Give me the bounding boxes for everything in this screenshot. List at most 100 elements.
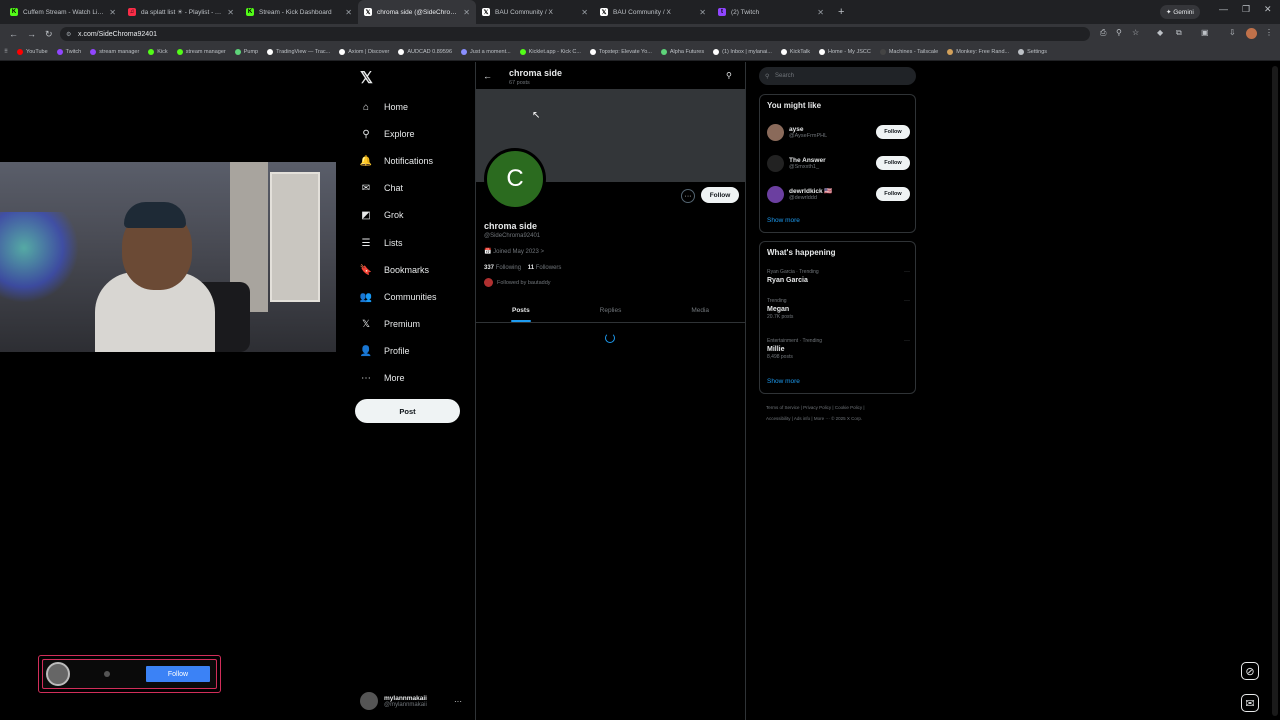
puzzle-icon[interactable]: ⧉: [1176, 28, 1182, 38]
browser-tab[interactable]: 𝕏 BAU Community / X ✕: [594, 0, 712, 24]
tab-media[interactable]: Media: [655, 298, 745, 322]
menu-icon[interactable]: ⋮: [1265, 28, 1273, 37]
profile-more-button[interactable]: ···: [681, 189, 695, 203]
browser-tab[interactable]: K Cuffem Stream - Watch Live on ✕: [4, 0, 122, 24]
overlay-follow-button[interactable]: Follow: [146, 666, 210, 682]
download-icon[interactable]: ⇩: [1229, 28, 1236, 37]
grok-float-icon[interactable]: ⊘: [1241, 662, 1259, 680]
suggestion-row[interactable]: ayse @AyseFrmPHL Follow: [767, 119, 912, 145]
close-window-icon[interactable]: ✕: [1264, 4, 1272, 15]
footer-line-1[interactable]: Terms of Service | Privacy Policy | Cook…: [766, 402, 916, 413]
browser-tab[interactable]: K Stream - Kick Dashboard ✕: [240, 0, 358, 24]
bookmark-item[interactable]: KickTalk: [780, 49, 810, 55]
bookmark-item[interactable]: AUDCAD 0.89596: [398, 49, 452, 55]
url-input[interactable]: ⚙ x.com/SideChroma92401: [60, 27, 1090, 41]
trend-more-icon[interactable]: ···: [904, 338, 910, 344]
trends-show-more-link[interactable]: Show more: [767, 378, 800, 385]
bookmark-item[interactable]: Alpha Futures: [660, 49, 704, 55]
post-button[interactable]: Post: [355, 399, 460, 423]
nav-item-premium[interactable]: 𝕏 Premium: [360, 315, 470, 333]
back-icon[interactable]: ←: [9, 29, 18, 39]
apps-icon[interactable]: ⠿: [4, 49, 8, 55]
new-tab-button[interactable]: +: [838, 6, 844, 18]
tab-close-icon[interactable]: ✕: [109, 8, 116, 17]
maximize-icon[interactable]: ❐: [1242, 4, 1250, 15]
bookmark-item[interactable]: Kicklet.app - Kick C...: [519, 49, 581, 55]
browser-tab[interactable]: 𝕏chroma side (@SideChroma92 ✕: [358, 0, 476, 24]
followed-by[interactable]: Followed by bautaddy: [484, 278, 551, 287]
profile-avatar[interactable]: [1246, 28, 1257, 39]
bookmark-item[interactable]: Kick: [148, 49, 168, 55]
tab-close-icon[interactable]: ✕: [345, 8, 352, 17]
profile-search-icon[interactable]: ⚲: [726, 71, 732, 80]
show-more-link[interactable]: Show more: [767, 217, 800, 224]
bookmark-item[interactable]: (1) Inbox | mylanai...: [713, 49, 772, 55]
bookmark-item[interactable]: stream manager: [176, 49, 226, 55]
nav-item-lists[interactable]: ☰ Lists: [360, 234, 470, 252]
tab-close-icon[interactable]: ✕: [227, 8, 234, 17]
bookmark-item[interactable]: Home - My JSCC: [819, 49, 871, 55]
x-logo-icon[interactable]: 𝕏: [360, 68, 373, 88]
bookmark-item[interactable]: Topstep: Elevate Yo...: [589, 49, 652, 55]
site-info-icon[interactable]: ⚙: [66, 31, 71, 38]
nav-item-profile[interactable]: 👤 Profile: [360, 342, 470, 360]
trend-item[interactable]: Ryan Garcia · Trending Ryan Garcia ···: [767, 269, 912, 284]
follow-button[interactable]: Follow: [701, 187, 739, 203]
browser-tab[interactable]: t (2) Twitch ✕: [712, 0, 830, 24]
nav-item-notifications[interactable]: 🔔 Notifications: [360, 152, 470, 170]
forward-icon[interactable]: →: [27, 29, 36, 39]
bookmark-item[interactable]: Just a moment...: [461, 49, 511, 55]
bookmark-star-icon[interactable]: ☆: [1132, 28, 1139, 37]
bookmark-item[interactable]: Twitch: [56, 49, 81, 55]
account-more-icon[interactable]: ···: [454, 697, 462, 706]
footer-line-2[interactable]: Accessibility | Ads info | More ··· © 20…: [766, 413, 916, 424]
browser-tab[interactable]: ♫ da splatt list ☀ - Playlist - App ✕: [122, 0, 240, 24]
bookmark-item[interactable]: stream manager: [90, 49, 139, 55]
bookmark-item[interactable]: Pump: [234, 49, 258, 55]
gemini-button[interactable]: ✦ Gemini: [1160, 5, 1200, 19]
tab-close-icon[interactable]: ✕: [817, 8, 824, 17]
nav-item-explore[interactable]: ⚲ Explore: [360, 125, 470, 143]
bookmark-item[interactable]: TradingView — Trac...: [267, 49, 330, 55]
tab-replies[interactable]: Replies: [566, 298, 656, 322]
suggestion-row[interactable]: The Answer @Smxxth1_ Follow: [767, 150, 912, 176]
nav-item-bookmarks[interactable]: 🔖 Bookmarks: [360, 261, 470, 279]
minimize-icon[interactable]: —: [1219, 4, 1228, 14]
tab-close-icon[interactable]: ✕: [463, 8, 470, 17]
following-link[interactable]: 337 Following: [484, 265, 521, 271]
suggestion-row[interactable]: dewrldkick 🇺🇸 @dewrlddd Follow: [767, 181, 912, 207]
bookmark-item[interactable]: Axiom | Discover: [339, 49, 389, 55]
bookmark-item[interactable]: Settings: [1018, 49, 1047, 55]
nav-item-home[interactable]: ⌂ Home: [360, 98, 470, 116]
search-input[interactable]: ⚲ Search: [759, 67, 916, 85]
suggestion-follow-button[interactable]: Follow: [876, 156, 910, 170]
nav-item-chat[interactable]: ✉ Chat: [360, 179, 470, 197]
nav-item-communities[interactable]: 👥 Communities: [360, 288, 470, 306]
messages-float-icon[interactable]: ✉: [1241, 694, 1259, 712]
suggestion-follow-button[interactable]: Follow: [876, 125, 910, 139]
trend-more-icon[interactable]: ···: [904, 298, 910, 304]
trend-item[interactable]: Entertainment · Trending Millie 8,498 post…: [767, 338, 912, 360]
bookmark-item[interactable]: Machines - Tailscale: [879, 49, 938, 55]
followers-link[interactable]: 11 Followers: [528, 265, 562, 271]
suggestion-follow-button[interactable]: Follow: [876, 187, 910, 201]
trend-more-icon[interactable]: ···: [904, 269, 910, 275]
nav-item-more[interactable]: ⋯ More: [360, 369, 470, 387]
profile-avatar-image[interactable]: C: [484, 148, 546, 210]
page-scrollbar[interactable]: [1272, 66, 1278, 716]
zoom-icon[interactable]: ⚲: [1116, 28, 1122, 37]
tab-close-icon[interactable]: ✕: [699, 8, 706, 17]
back-arrow-icon[interactable]: ←: [483, 71, 492, 81]
reload-icon[interactable]: ↻: [45, 29, 53, 40]
extension-icon[interactable]: ◆: [1157, 28, 1163, 37]
account-switcher[interactable]: mylannmakaii @mylannmakaii ···: [360, 688, 470, 714]
install-icon[interactable]: ⎙: [1100, 28, 1106, 38]
side-panel-icon[interactable]: ▣: [1201, 28, 1209, 37]
trend-item[interactable]: Trending Megan 20.7K posts ···: [767, 298, 912, 320]
bookmark-item[interactable]: YouTube: [17, 49, 48, 55]
joined-date[interactable]: 📅 Joined May 2023 >: [484, 248, 544, 255]
tab-posts[interactable]: Posts: [476, 298, 566, 322]
bookmark-item[interactable]: Monkey: Free Rand...: [947, 49, 1009, 55]
nav-item-grok[interactable]: ◩ Grok: [360, 206, 470, 224]
tab-close-icon[interactable]: ✕: [581, 8, 588, 17]
